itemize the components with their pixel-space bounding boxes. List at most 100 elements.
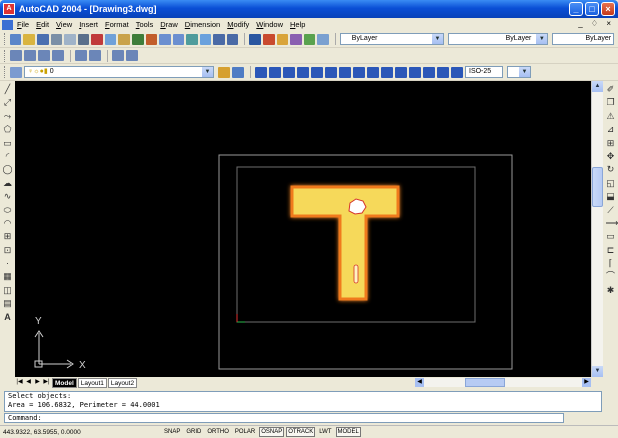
menu-insert[interactable]: Insert (79, 20, 98, 29)
offset-icon[interactable]: ⊿ (606, 124, 616, 134)
next-tab-button[interactable]: ▶ (33, 378, 42, 387)
polar-toggle[interactable]: POLAR (233, 427, 257, 437)
properties-icon[interactable] (249, 33, 262, 45)
menu-edit[interactable]: Edit (36, 20, 49, 29)
snap-toggle[interactable]: SNAP (162, 427, 182, 437)
horizontal-scrollbar[interactable]: ◀ ▶ (415, 378, 591, 387)
ortho-toggle[interactable]: ORTHO (205, 427, 231, 437)
menu-tools[interactable]: Tools (136, 20, 154, 29)
dimension-update-icon[interactable] (451, 66, 463, 78)
mirror-icon[interactable]: ⚠ (606, 111, 616, 121)
spline-icon[interactable]: ∿ (3, 191, 13, 201)
tab-layout1[interactable]: Layout1 (77, 377, 107, 388)
menu-draw[interactable]: Draw (160, 20, 178, 29)
scroll-thumb[interactable] (592, 167, 603, 207)
osnap-toggle[interactable]: OSNAP (259, 427, 285, 437)
menu-help[interactable]: Help (290, 20, 305, 29)
table-icon[interactable]: ▤ (3, 298, 13, 308)
array-icon[interactable]: ⊞ (606, 138, 616, 148)
menu-dimension[interactable]: Dimension (185, 20, 220, 29)
copy-icon[interactable] (104, 33, 117, 45)
menu-window[interactable]: Window (256, 20, 283, 29)
last-tab-button[interactable]: ▶| (42, 378, 51, 387)
command-line-input[interactable]: Command: (4, 413, 564, 423)
chevron-down-icon[interactable]: ▼ (536, 34, 548, 44)
tab-layout2[interactable]: Layout2 (107, 377, 138, 388)
dimension-edit-icon[interactable] (423, 66, 435, 78)
tool-palettes-icon[interactable] (276, 33, 289, 45)
block-editor-icon[interactable] (145, 33, 158, 45)
dimstyle-dropdown[interactable]: ▼ (507, 66, 531, 78)
circle-icon[interactable]: ◯ (3, 164, 13, 174)
document-icon[interactable] (2, 19, 13, 30)
erase-icon[interactable]: ✐ (606, 84, 616, 94)
tab-model[interactable]: Model (52, 377, 77, 388)
scroll-left-button[interactable]: ◀ (415, 378, 424, 387)
continue-dimension-icon[interactable] (367, 66, 379, 78)
chevron-down-icon[interactable]: ▼ (202, 67, 213, 77)
paste-icon[interactable] (118, 33, 130, 45)
ellipse-icon[interactable]: ⬭ (3, 205, 13, 215)
design-center-icon[interactable] (263, 33, 275, 45)
zoom-all-icon[interactable] (112, 50, 124, 61)
publish-icon[interactable] (77, 33, 90, 45)
save-icon[interactable] (37, 33, 49, 45)
redo-icon[interactable] (172, 33, 185, 45)
drawing-canvas[interactable]: Y X (15, 81, 591, 377)
chevron-down-icon[interactable]: ▼ (519, 67, 530, 77)
close-button[interactable]: × (601, 2, 615, 16)
cut-icon[interactable] (91, 33, 103, 45)
dbconnect-icon[interactable] (290, 33, 302, 45)
polyline-icon[interactable]: ⤳ (3, 111, 13, 121)
layer-control[interactable]: ♀☼●▮ 0 ▼ (24, 66, 214, 78)
quick-dimension-icon[interactable] (339, 66, 351, 78)
zoom-window-icon[interactable] (213, 33, 225, 45)
copy-object-icon[interactable]: ❐ (606, 97, 616, 107)
zoom-extents-icon[interactable] (126, 50, 138, 61)
angular-dimension-icon[interactable] (325, 66, 337, 78)
zoom-window-icon[interactable] (10, 50, 22, 61)
revision-cloud-icon[interactable]: ☁ (3, 178, 13, 188)
markup-icon[interactable] (303, 33, 316, 45)
color-control[interactable]: ByLayer ▼ (339, 33, 444, 45)
menu-format[interactable]: Format (105, 20, 129, 29)
zoom-dynamic-icon[interactable] (24, 50, 36, 61)
otrack-toggle[interactable]: OTRACK (286, 427, 316, 437)
rectangle-icon[interactable]: ▭ (3, 138, 13, 148)
layer-manager-icon[interactable] (10, 66, 22, 78)
move-icon[interactable]: ✥ (606, 151, 616, 161)
extend-icon[interactable]: ⟶ (606, 218, 618, 228)
rotate-icon[interactable]: ↻ (606, 164, 616, 174)
document-window-controls[interactable]: _ ♢ × (578, 19, 614, 28)
hatch-icon[interactable]: ▦ (3, 271, 13, 281)
polygon-icon[interactable]: ⬠ (3, 124, 13, 134)
insert-block-icon[interactable]: ⊞ (3, 231, 13, 241)
scroll-down-button[interactable]: ▼ (592, 366, 603, 377)
toolbar-grip[interactable] (4, 49, 7, 62)
zoom-scale-icon[interactable] (38, 50, 50, 61)
tolerance-icon[interactable] (395, 66, 407, 78)
maximize-button[interactable]: □ (585, 2, 599, 16)
model-toggle[interactable]: MODEL (335, 427, 361, 437)
fillet-icon[interactable]: ⌒ (606, 271, 616, 281)
ordinate-dimension-icon[interactable] (283, 66, 295, 78)
minimize-button[interactable]: _ (569, 2, 583, 16)
stretch-icon[interactable]: ⬓ (606, 191, 616, 201)
line-icon[interactable]: ╱ (3, 84, 13, 94)
autocad-icon[interactable]: A (3, 3, 15, 15)
break-at-point-icon[interactable]: ▭ (606, 231, 616, 241)
first-tab-button[interactable]: |◀ (15, 378, 24, 387)
aligned-dimension-icon[interactable] (269, 66, 281, 78)
make-layer-current-icon[interactable] (218, 66, 230, 78)
region-icon[interactable]: ◫ (3, 285, 13, 295)
open-icon[interactable] (23, 33, 36, 45)
zoom-in-icon[interactable] (75, 50, 87, 61)
pan-icon[interactable] (186, 33, 198, 45)
region-slot[interactable] (353, 264, 359, 284)
zoom-previous-icon[interactable] (226, 33, 239, 45)
explode-icon[interactable]: ✱ (606, 285, 616, 295)
chamfer-icon[interactable]: ⌈ (606, 258, 616, 268)
zoom-realtime-icon[interactable] (199, 33, 212, 45)
coordinate-readout[interactable]: 443.9322, 63.5955, 0.0000 (0, 429, 150, 436)
menu-view[interactable]: View (56, 20, 72, 29)
